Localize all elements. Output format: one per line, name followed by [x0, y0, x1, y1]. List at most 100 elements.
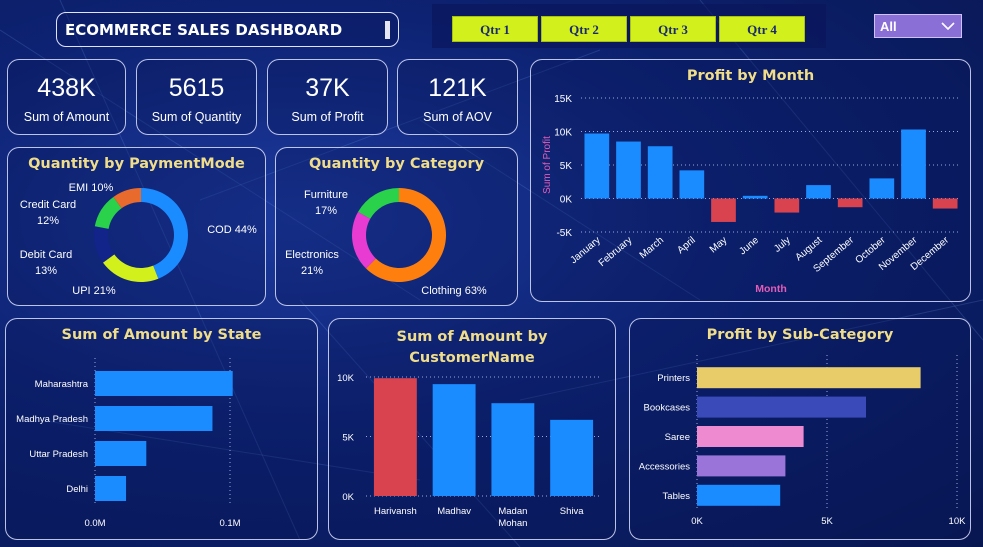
- bar: [932, 198, 958, 209]
- panel-subcategory: Profit by Sub-Category 0K 5K 10K Printers Bo…: [629, 318, 971, 540]
- filter-dropdown[interactable]: All: [874, 14, 962, 38]
- chart-state: 0.0M 0.1M Maharashtra Madhya Pradesh Uttar P…: [16, 358, 241, 529]
- tick-label: 0K: [342, 492, 354, 503]
- slice-label: EMI 10%: [69, 182, 114, 194]
- tick-label: Madhav: [437, 506, 471, 517]
- slice-label: Credit Card: [20, 199, 76, 211]
- tick-label: 0.0M: [84, 518, 105, 529]
- kpi-label: Sum of AOV: [423, 110, 492, 124]
- tick-label: Saree: [665, 432, 690, 443]
- tick-label: 5K: [560, 161, 573, 172]
- kpi-label: Sum of Quantity: [151, 110, 242, 124]
- bar: [901, 129, 926, 199]
- tick-label: 5K: [821, 516, 833, 527]
- panel-paymentmode: Quantity by PaymentMode COD 44% UPI 21% De…: [7, 147, 266, 306]
- tick-label: July: [772, 235, 793, 255]
- tick-label: Tables: [663, 491, 691, 502]
- tick-label: Bookcases: [644, 403, 691, 414]
- tick-label: Maharashtra: [35, 379, 89, 390]
- tick-label: 10K: [949, 516, 967, 527]
- tick-label: 15K: [554, 94, 572, 105]
- bar: [550, 419, 594, 496]
- chevron-down-icon: [941, 22, 955, 31]
- kpi-profit: 37K Sum of Profit: [267, 59, 388, 135]
- donut-slice: [352, 211, 376, 269]
- quarter-slicer: Qtr 1 Qtr 2 Qtr 3 Qtr 4: [432, 4, 826, 48]
- tick-label: Shiva: [560, 506, 584, 517]
- tick-label: -5K: [556, 228, 572, 239]
- kpi-value: 5615: [168, 74, 225, 102]
- kpi-quantity: 5615 Sum of Quantity: [136, 59, 257, 135]
- bar: [697, 455, 786, 477]
- bar: [697, 484, 781, 506]
- panel-customer: Sum of Amount by CustomerName 10K 5K 0K Har…: [328, 318, 616, 540]
- bar: [95, 371, 233, 396]
- tick-label: Accessories: [639, 461, 690, 472]
- bar: [647, 146, 673, 199]
- donut-slice: [102, 254, 159, 282]
- tick-label: Delhi: [66, 484, 88, 495]
- bar: [616, 141, 641, 199]
- slice-label: Furniture: [304, 189, 348, 201]
- slice-label: 17%: [315, 205, 337, 217]
- tick-label: 10K: [337, 373, 355, 384]
- tick-label: May: [708, 235, 730, 256]
- kpi-amount: 438K Sum of Amount: [7, 59, 126, 135]
- bar: [697, 367, 921, 389]
- bar: [869, 178, 895, 199]
- axis-label: Month: [755, 283, 787, 295]
- kpi-value: 37K: [305, 74, 350, 102]
- title-box: ECOMMERCE SALES DASHBOARD: [56, 12, 399, 47]
- slice-label: 13%: [35, 265, 57, 277]
- bar: [806, 185, 831, 199]
- kpi-aov: 121K Sum of AOV: [397, 59, 518, 135]
- tick-label: 0K: [691, 516, 703, 527]
- kpi-label: Sum of Amount: [23, 110, 110, 124]
- tick-label: March: [638, 235, 666, 261]
- tick-label: 10K: [554, 128, 572, 139]
- donut-slice: [358, 188, 399, 219]
- slice-label: COD 44%: [207, 224, 257, 236]
- bar: [95, 441, 147, 466]
- qtr2-button[interactable]: Qtr 2: [541, 16, 627, 42]
- tick-label: 0K: [560, 195, 573, 206]
- qtr4-button[interactable]: Qtr 4: [719, 16, 805, 42]
- kpi-value: 121K: [428, 74, 487, 102]
- qtr1-button[interactable]: Qtr 1: [452, 16, 538, 42]
- slice-label: Electronics: [285, 249, 339, 261]
- panel-state: Sum of Amount by State 0.0M 0.1M Maharasht…: [5, 318, 318, 540]
- kpi-value: 438K: [37, 74, 96, 102]
- bar: [742, 195, 768, 199]
- slice-label: 12%: [37, 215, 59, 227]
- bar: [373, 378, 417, 496]
- slice-label: Clothing 63%: [421, 285, 487, 297]
- tick-label: 5K: [342, 433, 354, 444]
- title-scroll-marker: [385, 21, 390, 39]
- bar: [711, 198, 736, 222]
- filter-value: All: [880, 19, 897, 34]
- kpi-label: Sum of Profit: [291, 110, 364, 124]
- donut-category: Clothing 63% Electronics 21% Furniture 17%: [285, 188, 487, 297]
- tick-label: June: [737, 235, 761, 258]
- bar: [584, 133, 610, 199]
- tick-label: Madhya Pradesh: [16, 414, 88, 425]
- bar: [432, 384, 476, 496]
- donut-paymentmode: COD 44% UPI 21% Debit Card 13% Credit Card 12…: [20, 182, 257, 297]
- axis-label: Sum of Profit: [542, 136, 553, 194]
- tick-label: April: [675, 235, 697, 256]
- donut-slice: [141, 188, 188, 279]
- bar: [697, 396, 866, 418]
- tick-label: February: [597, 235, 635, 269]
- bar: [697, 426, 804, 447]
- tick-label: Mohan: [498, 518, 527, 529]
- bar: [95, 406, 213, 431]
- tick-label: Printers: [657, 373, 690, 384]
- tick-label: Harivansh: [374, 506, 417, 517]
- page-title: ECOMMERCE SALES DASHBOARD: [65, 21, 343, 39]
- qtr3-button[interactable]: Qtr 3: [630, 16, 716, 42]
- bar: [95, 476, 127, 501]
- bar: [837, 198, 863, 208]
- chart-customer: 10K 5K 0K Harivansh Madhav MadanMohan Shiva: [337, 373, 601, 529]
- bar: [679, 170, 705, 199]
- tick-label: Uttar Pradesh: [29, 449, 88, 460]
